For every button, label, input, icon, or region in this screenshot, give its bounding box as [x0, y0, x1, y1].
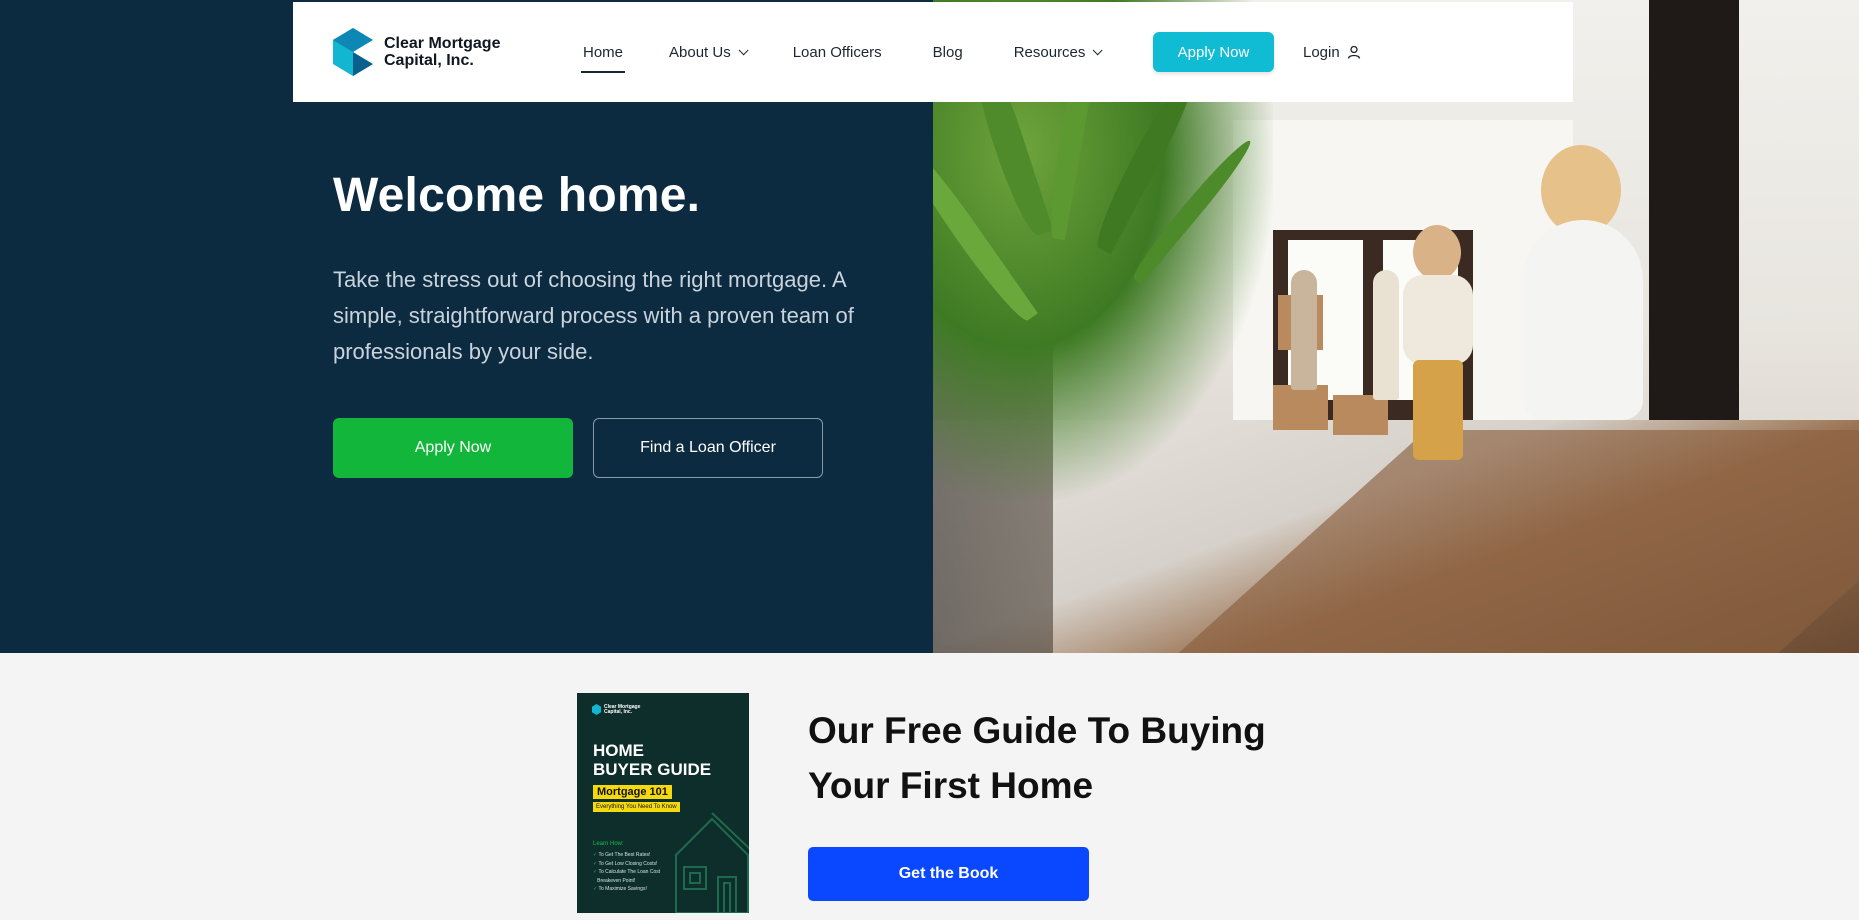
book-title-line2: BUYER GUIDE — [593, 760, 712, 779]
nav-item-loan-officers[interactable]: Loan Officers — [793, 2, 882, 102]
nav-item-about-us[interactable]: About Us — [669, 2, 749, 102]
hero-subtitle: Take the stress out of choosing the righ… — [333, 267, 854, 364]
list-item: Breakeven Point! — [597, 877, 636, 884]
nav-item-label: Resources — [1013, 43, 1086, 61]
nav-item-resources[interactable]: Resources — [1013, 2, 1103, 102]
hero-apply-now-button[interactable]: Apply Now — [333, 418, 573, 478]
book-logo: Clear Mortgage Capital, Inc. — [592, 704, 640, 715]
hero-title: Welcome home. — [333, 169, 701, 222]
home-buyer-guide-book-cover[interactable]: Clear Mortgage Capital, Inc. HOME BUYER … — [577, 693, 749, 913]
chevron-down-icon — [1093, 44, 1103, 55]
brand-logo-icon — [333, 28, 373, 76]
book-title: HOME BUYER GUIDE — [593, 741, 711, 779]
nav-item-label: About Us — [669, 43, 731, 61]
book-title-line1: HOME — [593, 741, 644, 760]
house-icon — [672, 811, 749, 913]
list-item: ✓ To Get Low Closing Costs! — [593, 860, 658, 867]
list-item: ✓ To Get The Best Rates! — [593, 852, 651, 858]
book-tag: Mortgage 101 — [593, 785, 672, 799]
chevron-down-icon — [738, 44, 749, 55]
find-loan-officer-button[interactable]: Find a Loan Officer — [593, 418, 823, 478]
book-logo-line2: Capital, Inc. — [604, 708, 633, 715]
login-link[interactable]: Login — [1303, 2, 1361, 102]
brand-name-line1: Clear Mortgage — [384, 35, 501, 52]
get-the-book-button[interactable]: Get the Book — [808, 847, 1089, 901]
header-apply-now-button[interactable]: Apply Now — [1153, 32, 1274, 72]
nav-item-blog[interactable]: Blog — [933, 2, 963, 102]
brand-logo-icon — [592, 704, 601, 715]
guide-title: Our Free Guide To Buying Your First Home — [808, 710, 1266, 806]
book-learn-heading: Learn How: — [593, 841, 624, 847]
nav-item-label: Home — [583, 43, 624, 61]
book-tag-sub: Everything You Need To Know — [593, 802, 680, 812]
login-label: Login — [1303, 43, 1340, 61]
list-item: ✓ To Calculate The Loan Cost — [593, 869, 661, 875]
user-icon — [1347, 45, 1361, 59]
book-learn-list: ✓ To Get The Best Rates! ✓ To Get Low Cl… — [593, 851, 660, 894]
brand-logo[interactable]: Clear Mortgage Capital, Inc. — [333, 28, 500, 76]
list-item: ✓ To Maximize Savings! — [593, 886, 647, 892]
brand-name-line2: Capital, Inc. — [384, 52, 474, 69]
nav-item-label: Loan Officers — [792, 43, 882, 61]
nav-item-label: Blog — [932, 43, 963, 61]
nav-item-home[interactable]: Home — [580, 2, 626, 102]
main-nav: Home About Us Loan Officers Blog Resourc… — [580, 2, 1103, 102]
site-header: Clear Mortgage Capital, Inc. Home About … — [293, 2, 1573, 102]
